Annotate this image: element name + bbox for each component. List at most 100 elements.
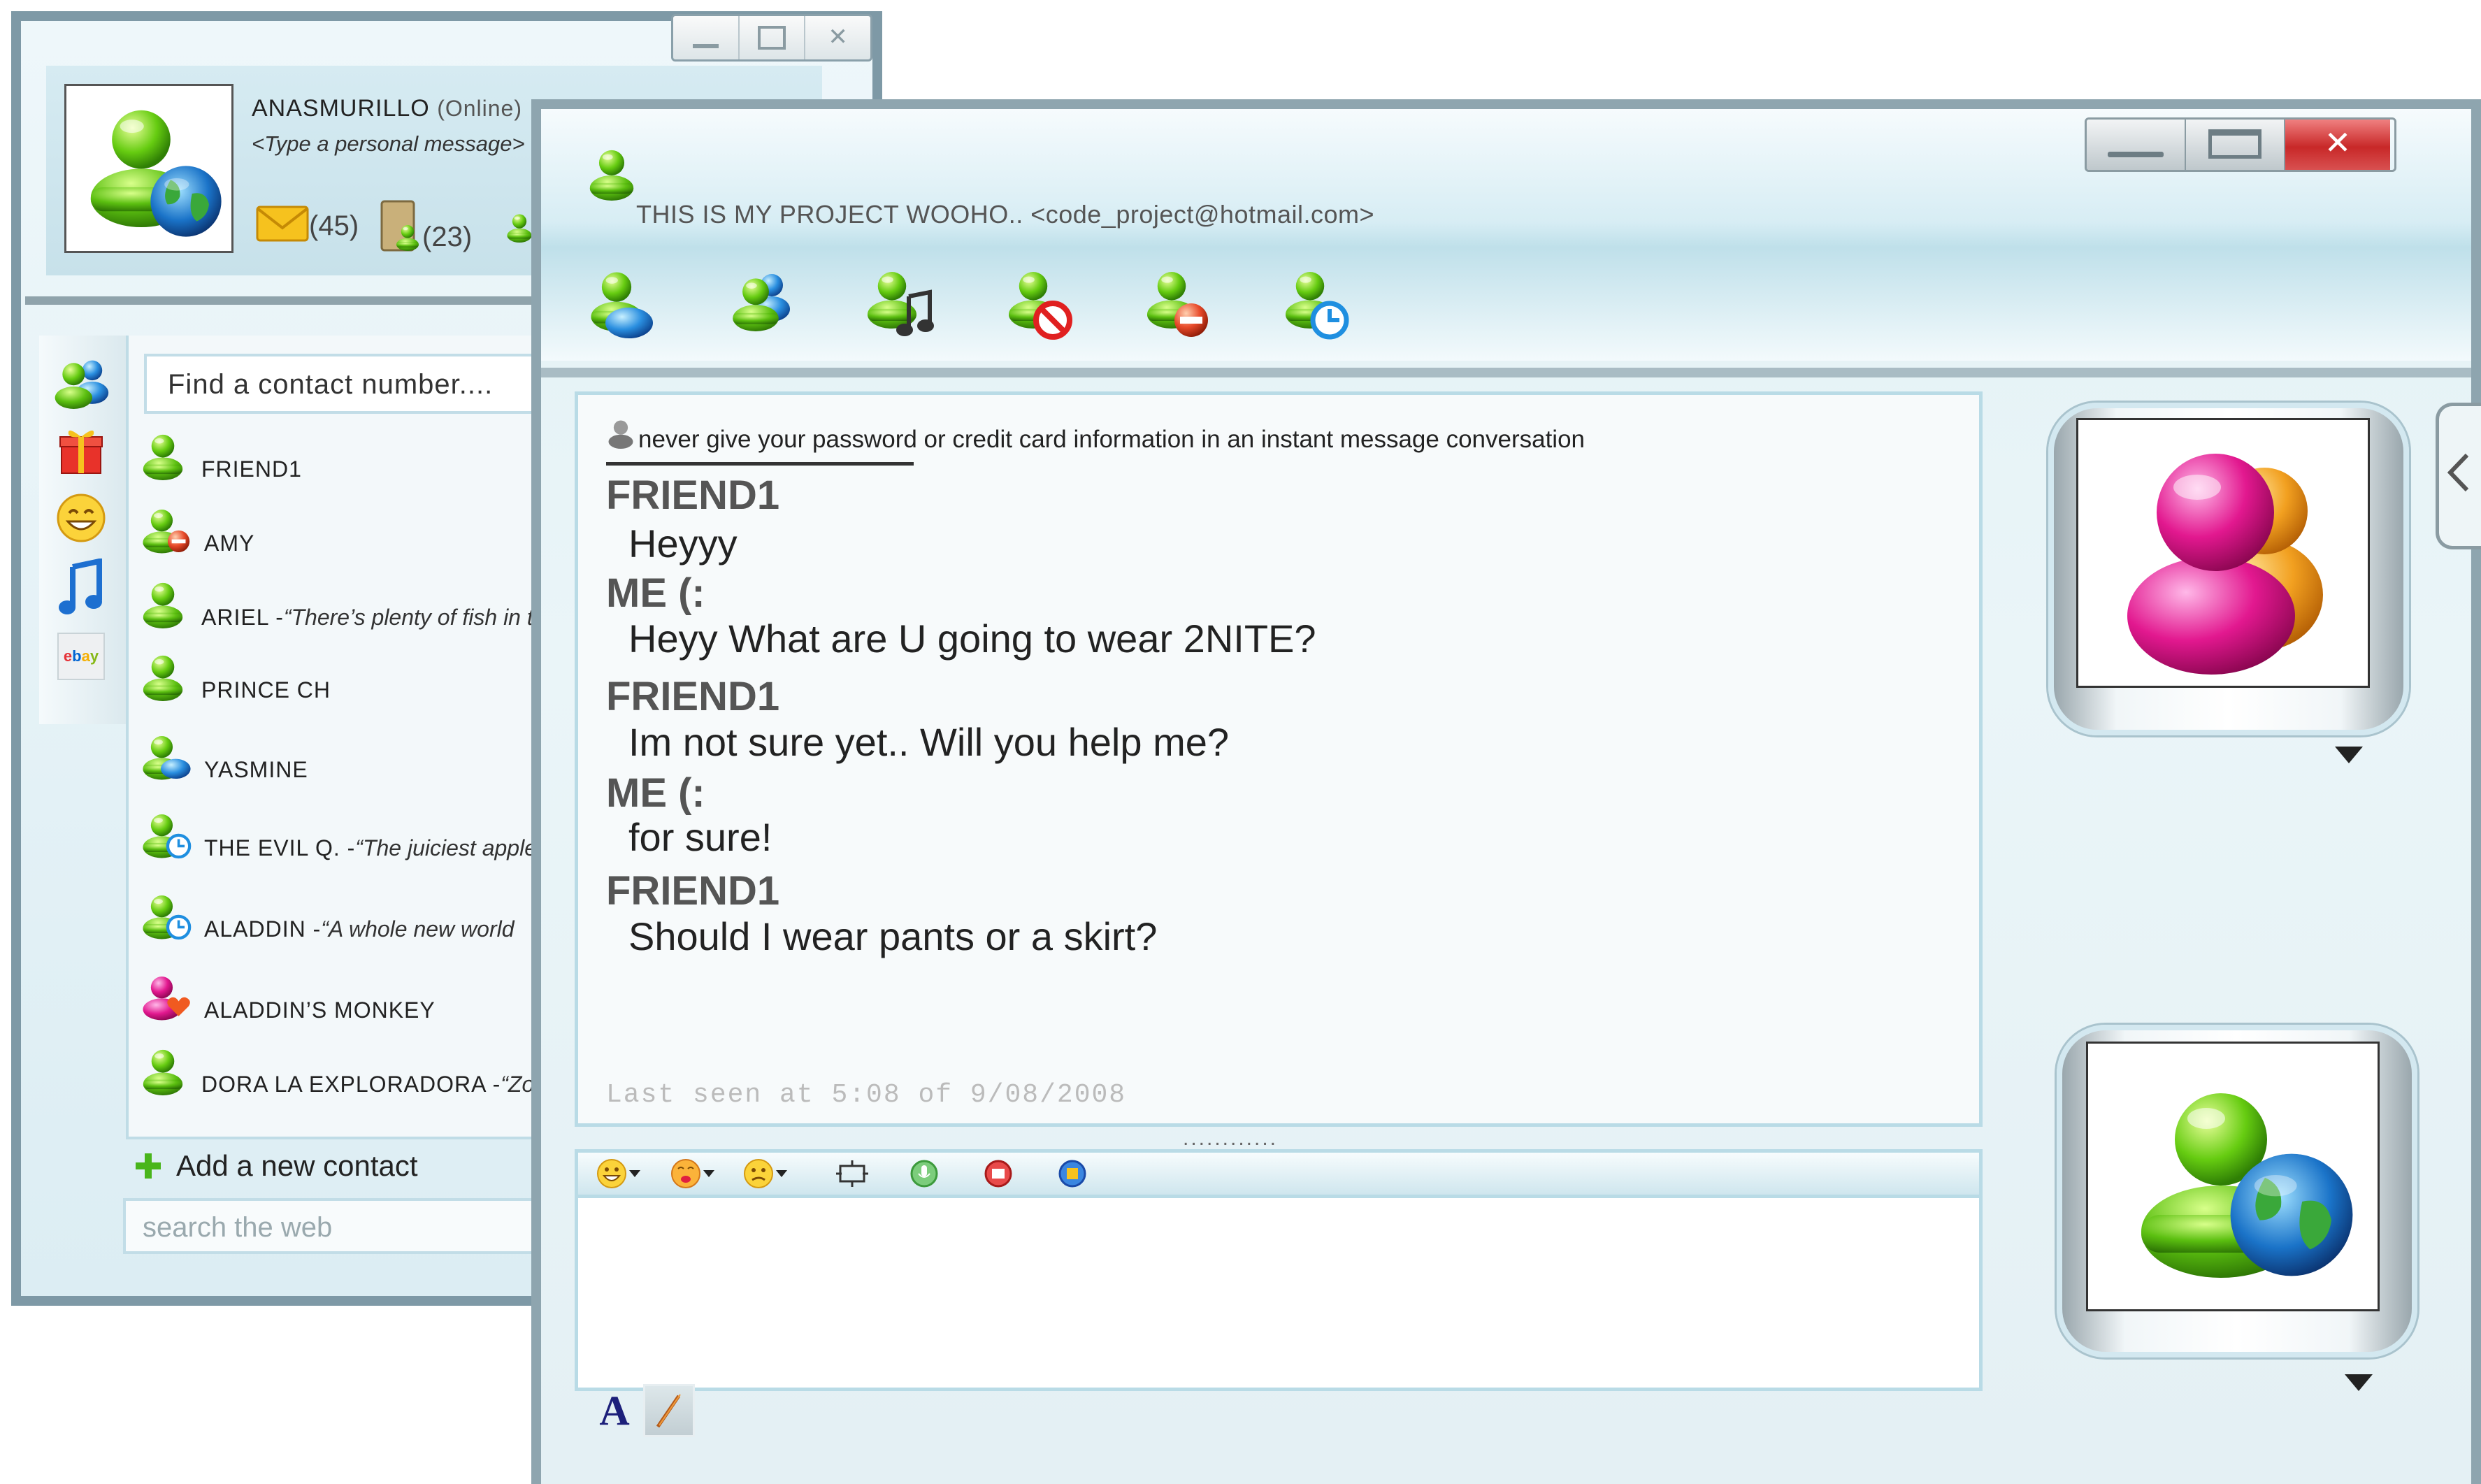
add-contact-label: Add a new contact bbox=[176, 1149, 418, 1182]
user-status[interactable]: (Online) bbox=[437, 96, 522, 121]
voice-clip-icon bbox=[910, 1160, 938, 1188]
contact-avatar[interactable] bbox=[2076, 418, 2370, 688]
blue-status-icon bbox=[143, 736, 191, 780]
contact-avatar-icon bbox=[2127, 454, 2323, 675]
busy-icon[interactable] bbox=[1139, 264, 1216, 341]
contact-window-controls: ✕ bbox=[671, 14, 872, 62]
activity-button[interactable] bbox=[1057, 1156, 1088, 1191]
plus-icon bbox=[136, 1153, 161, 1179]
smile-emoticon-icon bbox=[597, 1159, 626, 1188]
block-icon[interactable] bbox=[1001, 264, 1078, 341]
chevron-down-icon bbox=[629, 1170, 640, 1177]
confused-emoticon-button[interactable] bbox=[742, 1156, 789, 1191]
maximize-button[interactable] bbox=[2186, 120, 2285, 170]
message-text: Should I wear pants or a skirt? bbox=[628, 914, 1158, 958]
profile-name[interactable]: ANASMURILLO (Online) bbox=[252, 95, 522, 122]
find-contact-input[interactable]: Find a contact number.... bbox=[144, 354, 563, 414]
side-tab-emoticons[interactable] bbox=[46, 487, 116, 549]
minimize-button[interactable] bbox=[2087, 120, 2186, 170]
security-warning: never give your password or credit card … bbox=[638, 426, 1585, 453]
contact-name: DORA LA EXPLORADORA - bbox=[201, 1072, 501, 1097]
personal-message-field[interactable]: <Type a personal message> bbox=[252, 131, 525, 157]
mail-indicator[interactable]: (45) bbox=[256, 203, 359, 242]
message-sender: ME (: bbox=[606, 570, 705, 616]
resize-grip[interactable]: ............ bbox=[1183, 1127, 1278, 1151]
message-sender: FRIEND1 bbox=[606, 868, 780, 914]
contact-name: ALADDIN - bbox=[204, 916, 322, 942]
nudge-button[interactable] bbox=[835, 1156, 870, 1191]
message-history[interactable]: never give your password or credit card … bbox=[575, 391, 1983, 1127]
contact-avatar-dropdown-icon[interactable] bbox=[2335, 747, 2363, 763]
user-avatar-dropdown-icon[interactable] bbox=[2345, 1374, 2373, 1391]
side-tab-ebay[interactable]: ebay bbox=[46, 625, 116, 688]
message-sender: FRIEND1 bbox=[606, 674, 780, 719]
gift-icon bbox=[59, 430, 103, 474]
maximize-button[interactable] bbox=[740, 16, 806, 59]
collapse-panel-button[interactable] bbox=[2436, 403, 2481, 549]
address-book-icon bbox=[380, 200, 419, 252]
add-contact-button[interactable]: Add a new contact bbox=[134, 1149, 418, 1183]
chat-window: THIS IS MY PROJECT WOOHO.. <code_project… bbox=[531, 99, 2481, 1484]
contact-name: FRIEND1 bbox=[201, 456, 302, 482]
contact-name: AMY bbox=[204, 531, 255, 556]
pencil-icon bbox=[656, 1394, 681, 1428]
contact-name: YASMINE bbox=[204, 757, 308, 782]
chevron-down-icon bbox=[703, 1170, 714, 1177]
contact-personal-message: “Zo bbox=[501, 1072, 535, 1097]
last-seen-text: Last seen at 5:08 of 9/08/2008 bbox=[606, 1080, 1127, 1110]
video-button[interactable] bbox=[983, 1156, 1014, 1191]
online-status-icon bbox=[137, 1042, 189, 1097]
header-divider bbox=[541, 368, 2471, 377]
chevron-down-icon bbox=[776, 1170, 787, 1177]
contact-name: ALADDIN’S MONKEY bbox=[204, 997, 436, 1023]
color-button[interactable] bbox=[643, 1384, 695, 1437]
contacts-count: (23) bbox=[422, 222, 473, 252]
side-tab-music[interactable] bbox=[46, 556, 116, 619]
contact-personal-message: “A whole new world bbox=[321, 916, 515, 942]
message-sender: ME (: bbox=[606, 770, 705, 816]
side-tab-contacts[interactable] bbox=[46, 350, 116, 412]
conversation-title: THIS IS MY PROJECT WOOHO.. <code_project… bbox=[636, 200, 1375, 229]
side-tab-gifts[interactable] bbox=[46, 419, 116, 482]
profile-avatar[interactable] bbox=[64, 84, 233, 253]
message-text: Heyyy bbox=[628, 521, 738, 565]
contact-personal-message: “The juiciest apple bbox=[355, 835, 537, 860]
away-clock-icon bbox=[143, 814, 192, 859]
close-icon: ✕ bbox=[2324, 124, 2352, 161]
font-button[interactable]: A bbox=[590, 1384, 639, 1437]
contacts-icon bbox=[55, 360, 109, 409]
share-icon[interactable] bbox=[723, 264, 800, 341]
message-text: Im not sure yet.. Will you help me? bbox=[628, 720, 1230, 764]
online-status-icon bbox=[137, 575, 189, 631]
close-button[interactable]: ✕ bbox=[805, 16, 870, 59]
contacts-count-indicator[interactable]: (23) bbox=[379, 200, 472, 253]
away-icon[interactable] bbox=[1278, 264, 1355, 341]
kiss-emoticon-button[interactable] bbox=[670, 1156, 716, 1191]
ebay-label: ebay bbox=[63, 647, 99, 665]
kiss-emoticon-icon bbox=[671, 1159, 700, 1188]
music-icon[interactable] bbox=[860, 264, 937, 341]
contact-personal-message: “There’s plenty of fish in t bbox=[283, 605, 533, 630]
message-sender: FRIEND1 bbox=[606, 473, 780, 518]
message-text: Heyy What are U going to wear 2NITE? bbox=[628, 617, 1316, 661]
user-name: ANASMURILLO bbox=[252, 95, 430, 122]
mail-count: (45) bbox=[309, 210, 359, 241]
warning-person-icon bbox=[608, 420, 633, 449]
voice-clip-button[interactable] bbox=[909, 1156, 940, 1191]
love-status-icon bbox=[143, 977, 190, 1021]
user-avatar[interactable] bbox=[2086, 1042, 2380, 1311]
invite-contact-icon[interactable] bbox=[583, 264, 660, 341]
warning-underline bbox=[606, 462, 914, 466]
online-status-icon bbox=[137, 647, 189, 703]
contact-status-icon bbox=[583, 140, 640, 204]
away-clock-icon bbox=[143, 895, 192, 940]
contact-name: ARIEL - bbox=[201, 605, 284, 630]
activity-icon bbox=[1058, 1160, 1086, 1188]
message-input[interactable] bbox=[575, 1198, 1983, 1391]
ebay-icon: ebay bbox=[57, 633, 105, 680]
close-button[interactable]: ✕ bbox=[2285, 120, 2390, 170]
message-text: for sure! bbox=[628, 815, 772, 859]
smile-emoticon-button[interactable] bbox=[596, 1156, 642, 1191]
busy-status-icon bbox=[143, 510, 190, 554]
minimize-button[interactable] bbox=[673, 16, 740, 59]
